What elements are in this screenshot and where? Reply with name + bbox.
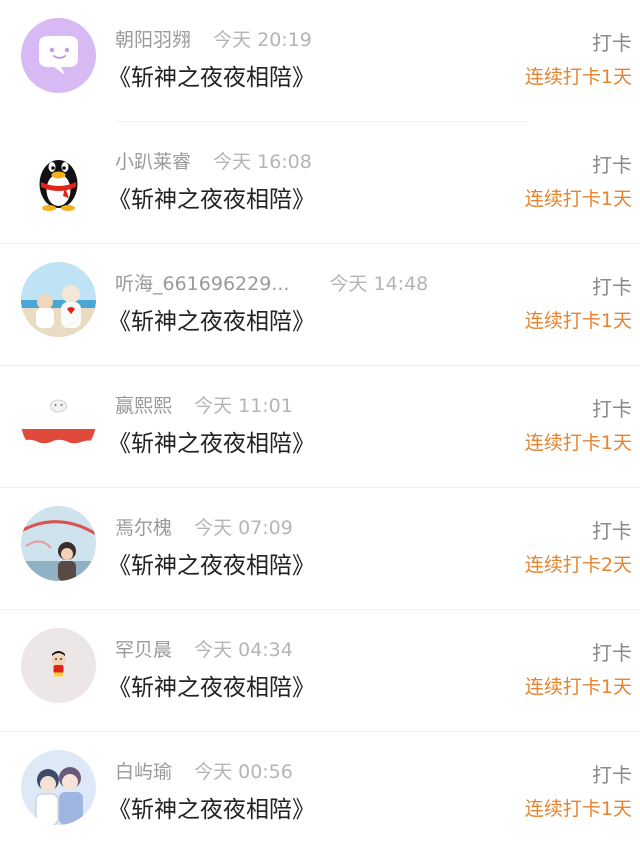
streak-badge: 连续打卡2天 — [524, 554, 632, 576]
list-item[interactable]: 小趴莱睿 今天 16:08 《斩神之夜夜相陪》 打卡 连续打卡1天 — [0, 122, 640, 244]
entry-meta: 小趴莱睿 今天 16:08 — [115, 147, 312, 177]
timestamp: 今天 11:01 — [194, 395, 293, 417]
checkin-label: 打卡 — [592, 275, 632, 299]
avatar[interactable] — [21, 262, 96, 337]
checkin-label: 打卡 — [592, 519, 632, 543]
streak-badge: 连续打卡1天 — [524, 798, 632, 820]
penguin-icon — [21, 140, 96, 215]
list-item[interactable]: 白屿瑜 今天 00:56 《斩神之夜夜相陪》 打卡 连续打卡1天 — [0, 732, 640, 854]
checkin-label: 打卡 — [592, 31, 632, 55]
entry-meta: 赢熙熙 今天 11:01 — [115, 391, 293, 421]
checkin-label: 打卡 — [592, 763, 632, 787]
list-item[interactable]: 罕贝晨 今天 04:34 《斩神之夜夜相陪》 打卡 连续打卡1天 — [0, 610, 640, 732]
streak-badge: 连续打卡1天 — [524, 432, 632, 454]
anime-couple-avatar — [21, 750, 96, 825]
timestamp: 今天 20:19 — [213, 29, 312, 51]
list-item[interactable]: 赢熙熙 今天 11:01 《斩神之夜夜相陪》 打卡 连续打卡1天 — [0, 366, 640, 488]
entry-meta: 听海_661696229... 今天 14:48 — [115, 269, 428, 299]
avatar[interactable] — [21, 506, 96, 581]
user-name[interactable]: 焉尔槐 — [115, 513, 172, 540]
avatar[interactable] — [21, 628, 96, 703]
streak-badge: 连续打卡1天 — [524, 188, 632, 210]
timestamp: 今天 04:34 — [194, 639, 293, 661]
book-title[interactable]: 《斩神之夜夜相陪》 — [108, 424, 315, 458]
entry-meta: 朝阳羽翙 今天 20:19 — [115, 25, 312, 55]
book-title[interactable]: 《斩神之夜夜相陪》 — [108, 180, 315, 214]
entry-meta: 罕贝晨 今天 04:34 — [115, 635, 293, 665]
list-item[interactable]: 焉尔槐 今天 07:09 《斩神之夜夜相陪》 打卡 连续打卡2天 — [0, 488, 640, 610]
book-title[interactable]: 《斩神之夜夜相陪》 — [108, 546, 315, 580]
streak-badge: 连续打卡1天 — [524, 676, 632, 698]
book-title[interactable]: 《斩神之夜夜相陪》 — [108, 790, 315, 824]
photo-avatar — [21, 262, 96, 337]
book-title[interactable]: 《斩神之夜夜相陪》 — [108, 302, 315, 336]
streak-badge: 连续打卡1天 — [524, 66, 632, 88]
cartoon-boy-avatar — [21, 628, 96, 703]
entry-meta: 白屿瑜 今天 00:56 — [115, 757, 293, 787]
user-name[interactable]: 小趴莱睿 — [115, 147, 191, 174]
timestamp: 今天 14:48 — [329, 273, 429, 295]
checkin-label: 打卡 — [592, 397, 632, 421]
list-item[interactable]: 朝阳羽翙 今天 20:19 《斩神之夜夜相陪》 打卡 连续打卡1天 — [0, 0, 640, 122]
streak-badge: 连续打卡1天 — [524, 310, 632, 332]
checkin-list: 朝阳羽翙 今天 20:19 《斩神之夜夜相陪》 打卡 连续打卡1天 小趴莱睿 今… — [0, 0, 640, 854]
book-title[interactable]: 《斩神之夜夜相陪》 — [108, 668, 315, 702]
user-name[interactable]: 朝阳羽翙 — [115, 25, 191, 52]
user-name[interactable]: 白屿瑜 — [115, 757, 172, 784]
timestamp: 今天 16:08 — [213, 151, 312, 173]
checkin-label: 打卡 — [592, 641, 632, 665]
checkin-label: 打卡 — [592, 153, 632, 177]
user-name[interactable]: 听海_661696229... — [115, 269, 289, 296]
timestamp: 今天 07:09 — [194, 517, 293, 539]
list-item[interactable]: 听海_661696229... 今天 14:48 《斩神之夜夜相陪》 打卡 连续… — [0, 244, 640, 366]
avatar[interactable] — [21, 384, 96, 459]
entry-meta: 焉尔槐 今天 07:09 — [115, 513, 293, 543]
avatar[interactable] — [21, 140, 96, 215]
avatar[interactable] — [21, 18, 96, 93]
chat-bubble-icon — [21, 18, 96, 93]
avatar[interactable] — [21, 750, 96, 825]
timestamp: 今天 00:56 — [194, 761, 293, 783]
photo-avatar — [21, 506, 96, 581]
user-name[interactable]: 罕贝晨 — [115, 635, 172, 662]
book-title[interactable]: 《斩神之夜夜相陪》 — [108, 58, 315, 92]
user-name[interactable]: 赢熙熙 — [115, 391, 172, 418]
holiday-cat-avatar — [21, 384, 96, 459]
